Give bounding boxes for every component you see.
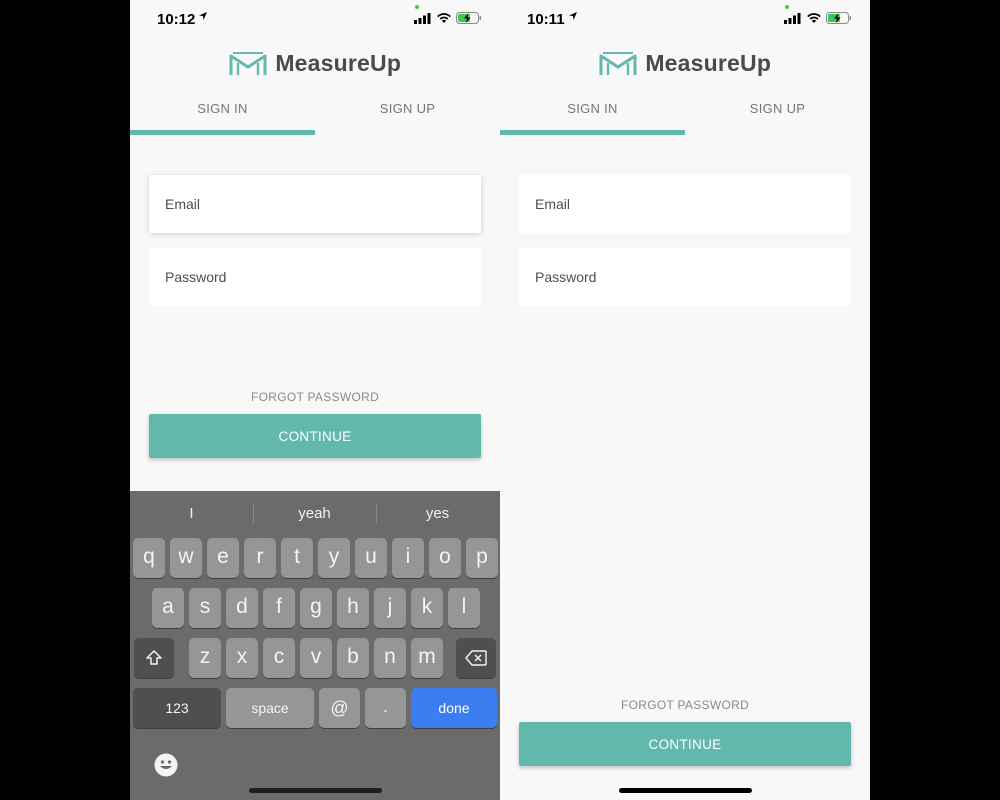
shift-key[interactable] <box>134 638 174 678</box>
key-t[interactable]: t <box>281 538 313 578</box>
key-f[interactable]: f <box>263 588 295 628</box>
status-bar: 10:12 <box>130 0 500 40</box>
suggestion-3[interactable]: yes <box>376 505 499 522</box>
key-row-1: q w e r t y u i o p <box>130 538 500 578</box>
phone-screen-left: 10:12 MeasureUp SIGN IN SIGN UP Email FO… <box>130 0 500 800</box>
home-indicator <box>249 788 382 793</box>
key-v[interactable]: v <box>300 638 332 678</box>
key-e[interactable]: e <box>207 538 239 578</box>
key-x[interactable]: x <box>226 638 258 678</box>
key-b[interactable]: b <box>337 638 369 678</box>
dot-key[interactable]: . <box>365 688 406 728</box>
password-input[interactable] <box>519 248 851 306</box>
status-time: 10:11 <box>527 11 565 28</box>
key-d[interactable]: d <box>226 588 258 628</box>
email-input[interactable] <box>519 175 851 233</box>
backspace-key[interactable] <box>456 638 496 678</box>
key-q[interactable]: q <box>133 538 165 578</box>
brand-header: MeasureUp <box>130 50 500 80</box>
battery-charging-icon <box>826 12 852 24</box>
key-c[interactable]: c <box>263 638 295 678</box>
suggestion-2[interactable]: yeah <box>253 505 376 522</box>
emoji-icon[interactable] <box>154 753 178 777</box>
email-input[interactable] <box>149 175 481 233</box>
email-field[interactable] <box>149 175 481 233</box>
email-field[interactable] <box>519 175 851 233</box>
password-field[interactable] <box>519 248 851 306</box>
tab-active-indicator <box>500 130 685 135</box>
tab-sign-up[interactable]: SIGN UP <box>685 96 870 136</box>
key-row-2: a s d f g h j k l <box>130 588 500 628</box>
shift-icon <box>146 650 162 665</box>
done-key[interactable]: done <box>411 688 497 728</box>
phone-screen-right: 10:11 MeasureUp SIGN IN SIGN UP Email FO… <box>500 0 870 800</box>
measureup-logo-icon <box>599 51 637 75</box>
tab-active-indicator <box>130 130 315 135</box>
key-s[interactable]: s <box>189 588 221 628</box>
space-key[interactable]: space <box>226 688 314 728</box>
privacy-indicator <box>785 5 789 9</box>
status-bar: 10:11 <box>500 0 870 40</box>
key-w[interactable]: w <box>170 538 202 578</box>
key-i[interactable]: i <box>392 538 424 578</box>
key-p[interactable]: p <box>466 538 498 578</box>
password-field[interactable] <box>149 248 481 306</box>
key-g[interactable]: g <box>300 588 332 628</box>
location-arrow-icon <box>569 12 577 20</box>
keyboard: I yeah yes q w e r t y u i o p a s d f g… <box>130 491 500 800</box>
at-key[interactable]: @ <box>319 688 360 728</box>
continue-button[interactable]: CONTINUE <box>149 414 481 458</box>
privacy-indicator <box>415 5 419 9</box>
key-r[interactable]: r <box>244 538 276 578</box>
password-input[interactable] <box>149 248 481 306</box>
signal-icon <box>414 13 431 24</box>
key-u[interactable]: u <box>355 538 387 578</box>
brand-name: MeasureUp <box>645 50 772 76</box>
home-indicator <box>619 788 752 793</box>
wifi-icon <box>807 13 821 23</box>
suggestion-1[interactable]: I <box>130 505 253 522</box>
signal-icon <box>784 13 801 24</box>
key-a[interactable]: a <box>152 588 184 628</box>
forgot-password-link[interactable]: FORGOT PASSWORD <box>500 698 870 712</box>
measureup-logo-icon <box>229 51 267 75</box>
status-time: 10:12 <box>157 11 196 28</box>
key-z[interactable]: z <box>189 638 221 678</box>
key-n[interactable]: n <box>374 638 406 678</box>
key-y[interactable]: y <box>318 538 350 578</box>
key-j[interactable]: j <box>374 588 406 628</box>
key-m[interactable]: m <box>411 638 443 678</box>
key-k[interactable]: k <box>411 588 443 628</box>
tab-sign-up[interactable]: SIGN UP <box>315 96 500 136</box>
auth-tabs: SIGN IN SIGN UP <box>130 96 500 136</box>
auth-tabs: SIGN IN SIGN UP <box>500 96 870 136</box>
numbers-key[interactable]: 123 <box>133 688 221 728</box>
key-row-3: z x c v b n m <box>130 638 500 678</box>
forgot-password-link[interactable]: FORGOT PASSWORD <box>130 390 500 404</box>
key-l[interactable]: l <box>448 588 480 628</box>
key-h[interactable]: h <box>337 588 369 628</box>
wifi-icon <box>437 13 451 23</box>
continue-button[interactable]: CONTINUE <box>519 722 851 766</box>
brand-name: MeasureUp <box>275 50 402 76</box>
battery-charging-icon <box>456 12 482 24</box>
backspace-icon <box>465 650 487 666</box>
key-o[interactable]: o <box>429 538 461 578</box>
location-arrow-icon <box>199 12 207 20</box>
brand-header: MeasureUp <box>500 50 870 80</box>
